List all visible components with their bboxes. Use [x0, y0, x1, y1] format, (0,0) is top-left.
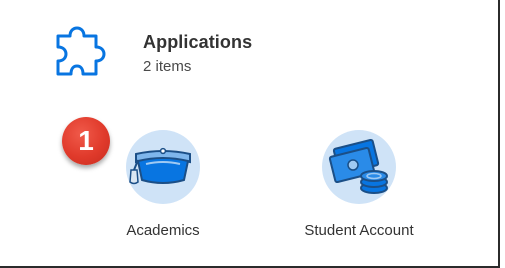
tile-label-student-account: Student Account — [304, 222, 414, 239]
page-title: Applications — [143, 32, 253, 52]
money-coins-icon — [322, 130, 396, 204]
puzzle-icon — [50, 26, 112, 82]
app-tile-student-account[interactable]: Student Account — [284, 126, 434, 244]
graduation-cap-icon — [126, 130, 200, 204]
header-text: Applications 2 items — [143, 31, 252, 76]
item-count: 2 items — [143, 58, 192, 75]
callout-badge: 1 — [62, 117, 110, 165]
tile-label-academics: Academics — [126, 222, 200, 239]
applications-panel: Applications 2 items 1 Academics Student… — [0, 0, 500, 268]
app-tile-academics[interactable]: Academics — [88, 126, 238, 244]
